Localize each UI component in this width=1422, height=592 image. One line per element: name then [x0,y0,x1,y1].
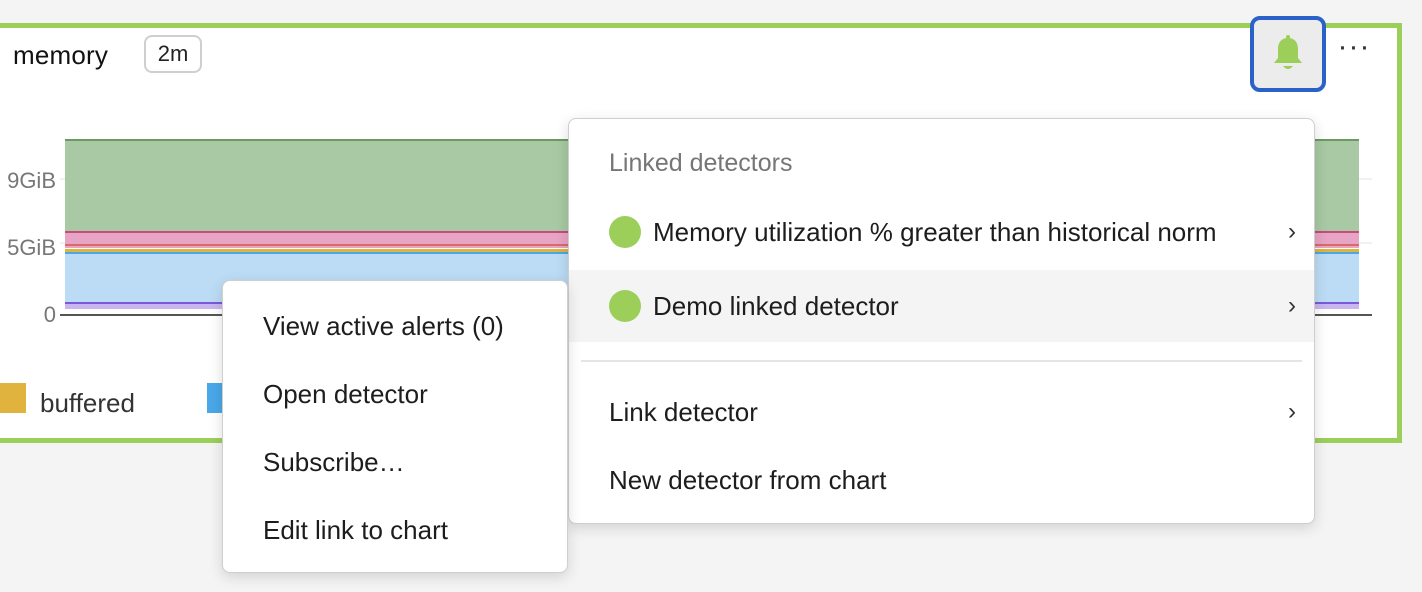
legend-swatch-buffered [0,383,26,413]
new-detector-from-chart-item[interactable]: New detector from chart [569,444,1314,516]
open-detector-item[interactable]: Open detector [263,379,428,410]
detector-submenu: View active alerts (0) Open detector Sub… [222,280,568,573]
y-tick-label: 5GiB [7,235,56,260]
menu-header: Linked detectors [609,149,793,177]
chart-title: memory [13,40,109,70]
detector-label: Memory utilization % greater than histor… [653,216,1217,247]
detector-item-demo-linked[interactable]: Demo linked detector › [569,270,1314,342]
legend-label-buffered[interactable]: buffered [40,388,135,419]
chevron-right-icon: › [1288,398,1296,425]
chevron-right-icon: › [1288,292,1296,319]
view-active-alerts-item[interactable]: View active alerts (0) [263,311,504,342]
detector-item-memory-utilization[interactable]: Memory utilization % greater than histor… [569,196,1314,268]
y-tick-label: 9GiB [7,168,56,193]
bell-icon [1274,35,1302,69]
linked-detectors-menu: Linked detectors Memory utilization % gr… [568,118,1315,524]
link-detector-label: Link detector [609,396,758,427]
status-dot-icon [609,216,641,248]
y-tick-label: 0 [43,302,56,327]
detector-label: Demo linked detector [653,290,899,321]
subscribe-item[interactable]: Subscribe… [263,447,405,478]
chevron-right-icon: › [1288,218,1296,245]
time-range-badge[interactable]: 2m [144,35,202,73]
status-dot-icon [609,290,641,322]
edit-link-to-chart-item[interactable]: Edit link to chart [263,515,448,546]
more-options-button[interactable]: ··· [1334,32,1374,64]
menu-divider [581,360,1302,362]
alert-bell-button[interactable] [1250,16,1326,92]
link-detector-item[interactable]: Link detector › [569,376,1314,448]
new-detector-label: New detector from chart [609,464,887,495]
